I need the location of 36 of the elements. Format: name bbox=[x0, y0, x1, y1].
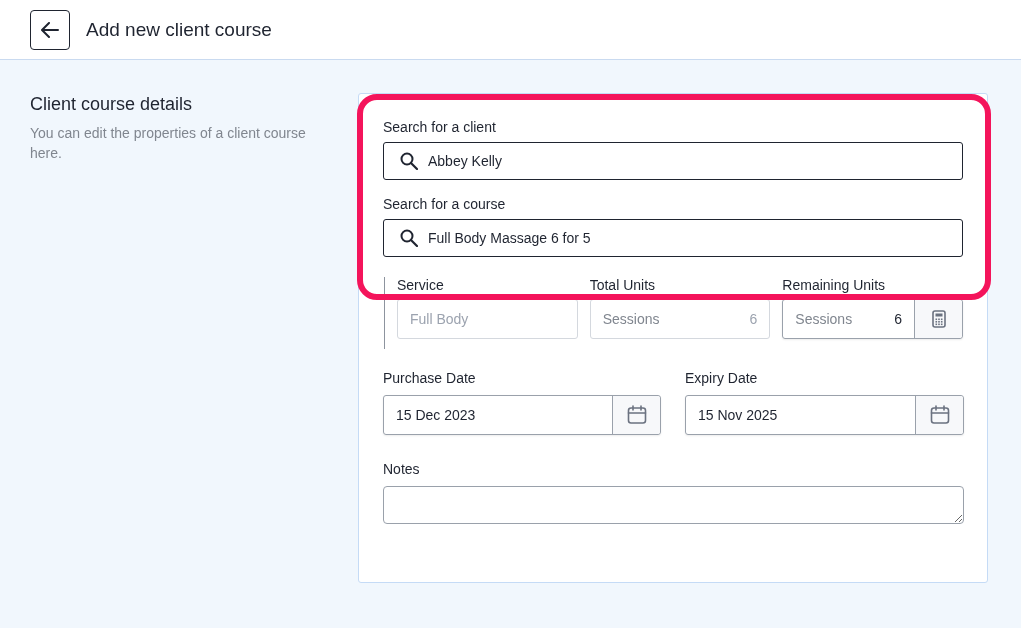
field-label: Notes bbox=[383, 461, 421, 477]
unit-label: Sessions bbox=[602, 311, 660, 327]
calculator-icon bbox=[931, 310, 946, 328]
calendar-button[interactable] bbox=[612, 396, 660, 434]
field-value: Full Body Massage 6 for 5 bbox=[428, 230, 591, 246]
field-label: Service bbox=[397, 277, 445, 293]
notes-field[interactable] bbox=[383, 486, 964, 524]
calendar-button[interactable] bbox=[915, 396, 963, 434]
units-field[interactable]: Sessions 6 bbox=[782, 299, 963, 339]
field-label: Remaining Units bbox=[782, 277, 887, 293]
search-icon bbox=[400, 152, 418, 170]
date-field[interactable]: 15 Dec 2023 bbox=[383, 395, 661, 435]
field-value: 15 Dec 2023 bbox=[395, 407, 477, 423]
section-title: Client course details bbox=[30, 94, 194, 115]
field-label: Total Units bbox=[589, 277, 657, 293]
calendar-icon bbox=[626, 405, 647, 425]
field-label: Expiry Date bbox=[685, 370, 759, 386]
back-button[interactable] bbox=[30, 9, 70, 50]
field-label: Purchase Date bbox=[383, 370, 477, 386]
field-value: 6 bbox=[749, 311, 758, 327]
field-value: 6 bbox=[894, 311, 902, 327]
date-field[interactable]: 15 Nov 2025 bbox=[685, 395, 964, 435]
calculator-button[interactable] bbox=[914, 300, 962, 338]
field-label: Search for a course bbox=[383, 196, 507, 212]
search-field[interactable]: Full Body Massage 6 for 5 bbox=[383, 219, 963, 257]
field-label: Search for a client bbox=[383, 119, 497, 135]
page-title: Add new client course bbox=[86, 18, 272, 41]
search-icon bbox=[400, 229, 418, 247]
calendar-icon bbox=[929, 405, 950, 425]
field-value: Full Body bbox=[409, 311, 469, 327]
field-value: Abbey Kelly bbox=[428, 153, 502, 169]
search-field[interactable]: Abbey Kelly bbox=[383, 142, 963, 180]
unit-label: Sessions bbox=[795, 311, 853, 327]
field-value: 15 Nov 2025 bbox=[697, 407, 779, 423]
arrow-left-icon bbox=[41, 21, 59, 38]
section-description: You can edit the properties of a client course here. bbox=[30, 124, 307, 163]
